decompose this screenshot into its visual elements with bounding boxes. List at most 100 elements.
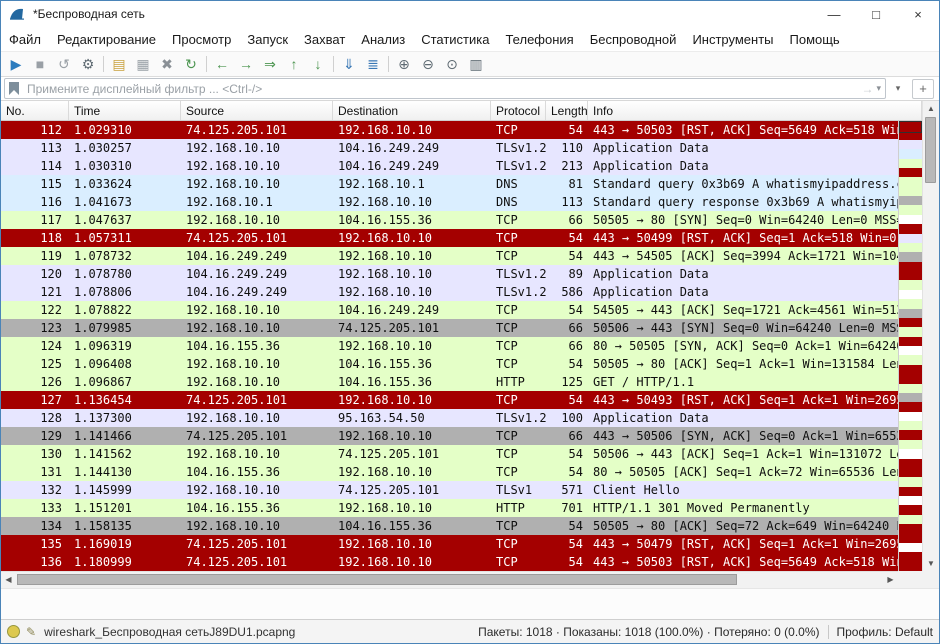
packet-row[interactable]: 1171.047637192.168.10.10104.16.155.36TCP… — [1, 211, 898, 229]
packet-row[interactable]: 1341.158135192.168.10.10104.16.155.36TCP… — [1, 517, 898, 535]
statusbar: ✎ wireshark_Беспроводная сетьJ89DU1.pcap… — [1, 619, 939, 643]
packet-row[interactable]: 1241.096319104.16.155.36192.168.10.10TCP… — [1, 337, 898, 355]
go-last-icon[interactable]: ↓ — [306, 53, 330, 75]
apply-filter-icon[interactable]: → — [861, 82, 873, 96]
packet-row[interactable]: 1301.141562192.168.10.1074.125.205.101TC… — [1, 445, 898, 463]
column-header-source[interactable]: Source — [181, 101, 333, 120]
menu-tools[interactable]: Инструменты — [684, 32, 781, 47]
packet-row[interactable]: 1331.151201104.16.155.36192.168.10.10HTT… — [1, 499, 898, 517]
toolbar-separator — [103, 56, 104, 72]
menu-file[interactable]: Файл — [1, 32, 49, 47]
menu-wireless[interactable]: Беспроводной — [582, 32, 685, 47]
horizontal-scroll-thumb[interactable] — [17, 574, 737, 585]
zoom-reset-icon[interactable]: ⊙ — [440, 53, 464, 75]
scroll-down-icon[interactable]: ▼ — [923, 556, 939, 571]
go-to-packet-icon[interactable]: ⇒ — [258, 53, 282, 75]
minimize-button[interactable]: — — [813, 1, 855, 27]
scroll-right-icon[interactable]: ▶ — [883, 572, 898, 588]
scroll-up-icon[interactable]: ▲ — [923, 101, 939, 116]
packet-row[interactable]: 1231.079985192.168.10.1074.125.205.101TC… — [1, 319, 898, 337]
packet-row[interactable]: 1271.13645474.125.205.101192.168.10.10TC… — [1, 391, 898, 409]
display-filter-input[interactable] — [25, 81, 858, 97]
cell-info: Client Hello — [588, 481, 898, 499]
minimap-stripe — [899, 262, 922, 271]
menu-telephony[interactable]: Телефония — [497, 32, 581, 47]
packet-row[interactable]: 1221.078822192.168.10.10104.16.249.249TC… — [1, 301, 898, 319]
reload-icon[interactable]: ↻ — [179, 53, 203, 75]
cell-no: 136 — [1, 553, 69, 571]
cell-destination: 192.168.10.10 — [333, 229, 491, 247]
zoom-in-icon[interactable]: ⊕ — [392, 53, 416, 75]
zoom-out-icon[interactable]: ⊖ — [416, 53, 440, 75]
close-file-icon[interactable]: ✖ — [155, 53, 179, 75]
menu-capture[interactable]: Захват — [296, 32, 353, 47]
menu-edit[interactable]: Редактирование — [49, 32, 164, 47]
cell-info: 443 → 50503 [RST, ACK] Seq=5649 Ack=518 … — [588, 553, 898, 571]
packet-row[interactable]: 1131.030257192.168.10.10104.16.249.249TL… — [1, 139, 898, 157]
packet-row[interactable]: 1161.041673192.168.10.1192.168.10.10DNS1… — [1, 193, 898, 211]
resize-columns-icon[interactable]: ▥ — [464, 53, 488, 75]
column-header-destination[interactable]: Destination — [333, 101, 491, 120]
capture-comment-icon[interactable]: ✎ — [26, 625, 36, 639]
menu-view[interactable]: Просмотр — [164, 32, 239, 47]
go-first-icon[interactable]: ↑ — [282, 53, 306, 75]
profile-label[interactable]: Профиль: Default — [837, 625, 934, 639]
packet-row[interactable]: 1181.05731174.125.205.101192.168.10.10TC… — [1, 229, 898, 247]
filter-history-chevron-icon[interactable]: ▾ — [876, 83, 881, 94]
autoscroll-icon[interactable]: ⇓ — [337, 53, 361, 75]
packet-row[interactable]: 1201.078780104.16.249.249192.168.10.10TL… — [1, 265, 898, 283]
start-capture-icon[interactable]: ▶ — [4, 53, 28, 75]
close-button[interactable]: × — [897, 1, 939, 27]
packet-row[interactable]: 1321.145999192.168.10.1074.125.205.101TL… — [1, 481, 898, 499]
column-header-time[interactable]: Time — [69, 101, 181, 120]
packet-row[interactable]: 1211.078806104.16.249.249192.168.10.10TL… — [1, 283, 898, 301]
menu-analyze[interactable]: Анализ — [353, 32, 413, 47]
packet-row[interactable]: 1351.16901974.125.205.101192.168.10.10TC… — [1, 535, 898, 553]
packet-row[interactable]: 1151.033624192.168.10.10192.168.10.1DNS8… — [1, 175, 898, 193]
horizontal-scrollbar[interactable]: ◀ ▶ — [1, 571, 898, 588]
packet-row[interactable]: 1261.096867192.168.10.10104.16.155.36HTT… — [1, 373, 898, 391]
vertical-scrollbar[interactable]: ▲ ▼ — [922, 101, 939, 571]
menu-help[interactable]: Помощь — [782, 32, 848, 47]
packet-row[interactable]: 1281.137300192.168.10.1095.163.54.50TLSv… — [1, 409, 898, 427]
add-filter-button[interactable]: + — [912, 79, 934, 99]
filter-expression-dropdown-icon[interactable]: ▾ — [890, 83, 906, 94]
packet-row[interactable]: 1141.030310192.168.10.10104.16.249.249TL… — [1, 157, 898, 175]
cell-time: 1.144130 — [69, 463, 181, 481]
column-header-no[interactable]: No. — [1, 101, 69, 120]
cell-protocol: TCP — [491, 553, 546, 571]
packet-row[interactable]: 1291.14146674.125.205.101192.168.10.10TC… — [1, 427, 898, 445]
expert-info-icon[interactable] — [7, 625, 20, 638]
cell-protocol: TLSv1.2 — [491, 283, 546, 301]
go-forward-icon[interactable]: → — [234, 53, 258, 75]
packet-row[interactable]: 1191.078732104.16.249.249192.168.10.10TC… — [1, 247, 898, 265]
filter-bookmark-icon[interactable] — [9, 82, 19, 95]
open-file-icon[interactable]: ▤ — [107, 53, 131, 75]
wireshark-window: *Беспроводная сеть — □ × ФайлРедактирова… — [0, 0, 940, 644]
cell-destination: 104.16.249.249 — [333, 139, 491, 157]
go-back-icon[interactable]: ← — [210, 53, 234, 75]
save-file-icon[interactable]: ▦ — [131, 53, 155, 75]
stop-capture-icon[interactable]: ■ — [28, 53, 52, 75]
menu-go[interactable]: Запуск — [239, 32, 296, 47]
packet-row[interactable]: 1251.096408192.168.10.10104.16.155.36TCP… — [1, 355, 898, 373]
column-header-length[interactable]: Length — [546, 101, 588, 120]
scroll-left-icon[interactable]: ◀ — [1, 572, 16, 588]
menu-statistics[interactable]: Статистика — [413, 32, 497, 47]
column-header-info[interactable]: Info — [588, 101, 922, 120]
maximize-button[interactable]: □ — [855, 1, 897, 27]
packet-row[interactable]: 1361.18099974.125.205.101192.168.10.10TC… — [1, 553, 898, 571]
column-header-protocol[interactable]: Protocol — [491, 101, 546, 120]
cell-no: 135 — [1, 535, 69, 553]
capture-options-icon[interactable]: ⚙ — [76, 53, 100, 75]
restart-capture-icon[interactable]: ↺ — [52, 53, 76, 75]
cell-length: 66 — [546, 319, 588, 337]
cell-destination: 192.168.10.10 — [333, 193, 491, 211]
cell-info: Application Data — [588, 409, 898, 427]
packet-row[interactable]: 1121.02931074.125.205.101192.168.10.10TC… — [1, 121, 898, 139]
packet-row[interactable]: 1311.144130104.16.155.36192.168.10.10TCP… — [1, 463, 898, 481]
colorize-icon[interactable]: ≣ — [361, 53, 385, 75]
vertical-scroll-thumb[interactable] — [925, 117, 936, 183]
packet-minimap[interactable] — [898, 121, 922, 571]
cell-no: 114 — [1, 157, 69, 175]
